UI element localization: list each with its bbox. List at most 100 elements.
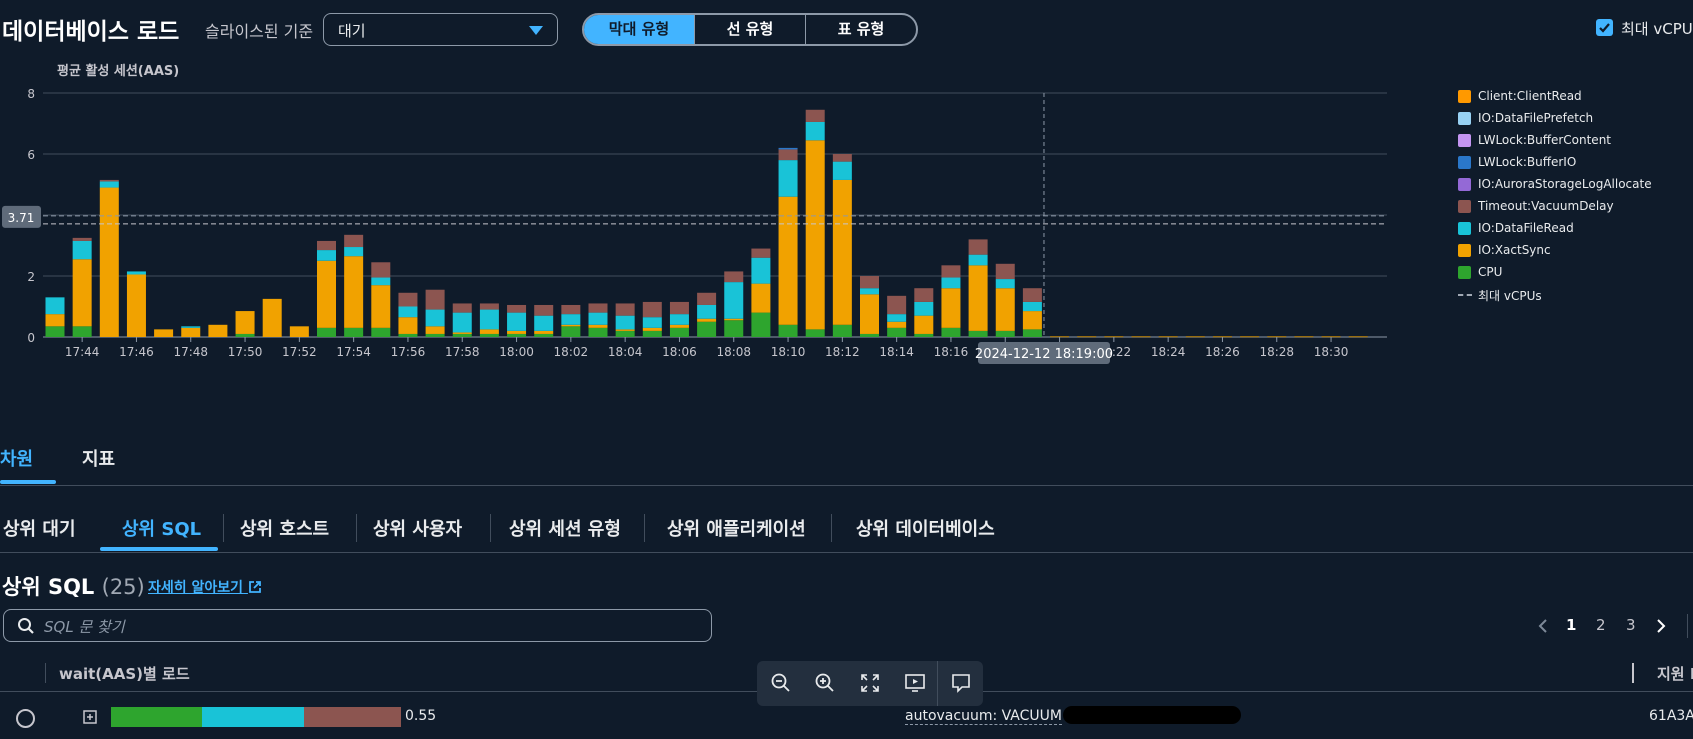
page-1[interactable]: 1 — [1566, 616, 1576, 634]
tab-dimensions[interactable]: 차원 — [0, 445, 33, 471]
bar-segment[interactable] — [1185, 336, 1205, 338]
bar-segment[interactable] — [398, 292, 418, 307]
bar-segment[interactable] — [697, 304, 717, 319]
bar-segment[interactable] — [371, 277, 391, 286]
bar-segment[interactable] — [588, 324, 608, 328]
bar-segment[interactable] — [724, 271, 744, 283]
bar-segment[interactable] — [452, 303, 472, 313]
bar-segment[interactable] — [914, 288, 934, 302]
bar-segment[interactable] — [72, 326, 92, 337]
bar-segment[interactable] — [914, 315, 934, 334]
bar-segment[interactable] — [941, 327, 961, 337]
bar-segment[interactable] — [452, 312, 472, 333]
bar-segment[interactable] — [72, 240, 92, 260]
bar-segment[interactable] — [1240, 336, 1260, 338]
chevron-right-icon[interactable] — [1655, 618, 1667, 634]
bar-segment[interactable] — [588, 327, 608, 337]
bar-segment[interactable] — [805, 329, 825, 337]
tab-top-session-types[interactable]: 상위 세션 유형 — [509, 515, 621, 541]
bar-segment[interactable] — [45, 297, 65, 315]
page-2[interactable]: 2 — [1596, 616, 1606, 634]
bar-segment[interactable] — [344, 327, 364, 337]
bar-segment[interactable] — [642, 327, 662, 331]
column-resize-handle[interactable] — [1632, 663, 1634, 683]
bar-segment[interactable] — [1348, 336, 1368, 338]
bar-segment[interactable] — [126, 274, 146, 337]
bar-segment[interactable] — [1022, 288, 1042, 302]
bar-segment[interactable] — [371, 327, 391, 337]
sql-statement[interactable]: autovacuum: VACUUM — [905, 708, 1062, 725]
bar-segment[interactable] — [45, 314, 65, 327]
tab-top-sql[interactable]: 상위 SQL — [122, 515, 201, 541]
bar-segment[interactable] — [778, 149, 798, 161]
bar-segment[interactable] — [507, 304, 527, 313]
bar-segment[interactable] — [724, 318, 744, 321]
zoom-out-icon[interactable] — [770, 672, 792, 694]
bar-segment[interactable] — [181, 327, 201, 337]
bar-segment[interactable] — [72, 237, 92, 241]
bar-segment[interactable] — [72, 259, 92, 327]
bar-segment[interactable] — [99, 179, 119, 182]
bar-segment[interactable] — [697, 318, 717, 322]
bar-segment[interactable] — [642, 317, 662, 328]
bar-segment[interactable] — [561, 314, 581, 325]
bar-segment[interactable] — [317, 327, 336, 337]
bar-segment[interactable] — [669, 324, 689, 328]
bar-segment[interactable] — [832, 154, 852, 162]
bar-segment[interactable] — [778, 324, 798, 337]
slice-by-select[interactable]: 대기 — [323, 13, 558, 46]
bar-segment[interactable] — [588, 312, 608, 325]
bar-segment[interactable] — [534, 333, 554, 337]
bar-segment[interactable] — [398, 333, 418, 337]
bar-segment[interactable] — [507, 333, 527, 337]
bar-segment[interactable] — [45, 326, 65, 337]
bar-segment[interactable] — [344, 234, 364, 248]
bar-segment[interactable] — [887, 295, 907, 315]
bar-segment[interactable] — [452, 332, 472, 334]
bar-segment[interactable] — [425, 333, 445, 337]
bar-segment[interactable] — [289, 326, 309, 337]
bar-segment[interactable] — [887, 314, 907, 322]
bar-segment[interactable] — [262, 298, 282, 337]
bar-segment[interactable] — [860, 294, 879, 334]
learn-more-link[interactable]: 자세히 알아보기 — [148, 577, 262, 597]
bar-segment[interactable] — [344, 247, 364, 257]
bar-segment[interactable] — [154, 329, 174, 337]
bar-segment[interactable] — [1022, 311, 1042, 330]
tab-metrics[interactable]: 지표 — [82, 445, 115, 471]
column-support-id[interactable]: 지원 I — [1657, 663, 1693, 684]
bar-segment[interactable] — [968, 265, 988, 331]
bar-segment[interactable] — [914, 301, 934, 316]
bar-segment[interactable] — [1077, 336, 1097, 338]
view-bar-type[interactable]: 막대 유형 — [584, 15, 694, 44]
bar-segment[interactable] — [832, 161, 852, 180]
bar-segment[interactable] — [561, 326, 581, 337]
bar-segment[interactable] — [724, 320, 744, 337]
bar-segment[interactable] — [860, 288, 879, 295]
bar-segment[interactable] — [968, 239, 988, 255]
bar-segment[interactable] — [615, 315, 635, 330]
bar-segment[interactable] — [317, 260, 336, 328]
bar-segment[interactable] — [208, 324, 228, 337]
bar-segment[interactable] — [371, 285, 391, 328]
bar-segment[interactable] — [968, 254, 988, 266]
view-table-type[interactable]: 표 유형 — [805, 15, 916, 44]
slideshow-icon[interactable] — [904, 672, 926, 694]
bar-segment[interactable] — [995, 288, 1015, 331]
bar-segment[interactable] — [425, 326, 445, 334]
bar-segment[interactable] — [507, 312, 527, 331]
bar-segment[interactable] — [941, 288, 961, 328]
column-load-by-wait[interactable]: wait(AAS)별 로드 — [59, 663, 190, 684]
bar-segment[interactable] — [995, 330, 1015, 337]
tab-top-users[interactable]: 상위 사용자 — [373, 515, 462, 541]
bar-segment[interactable] — [615, 303, 635, 316]
bar-segment[interactable] — [805, 140, 825, 330]
bar-segment[interactable] — [1131, 336, 1151, 338]
tab-top-waits[interactable]: 상위 대기 — [3, 515, 76, 541]
bar-segment[interactable] — [479, 309, 499, 330]
zoom-in-icon[interactable] — [814, 672, 836, 694]
tab-top-hosts[interactable]: 상위 호스트 — [240, 515, 329, 541]
bar-segment[interactable] — [805, 121, 825, 141]
bar-segment[interactable] — [995, 279, 1015, 289]
bar-segment[interactable] — [99, 181, 119, 188]
